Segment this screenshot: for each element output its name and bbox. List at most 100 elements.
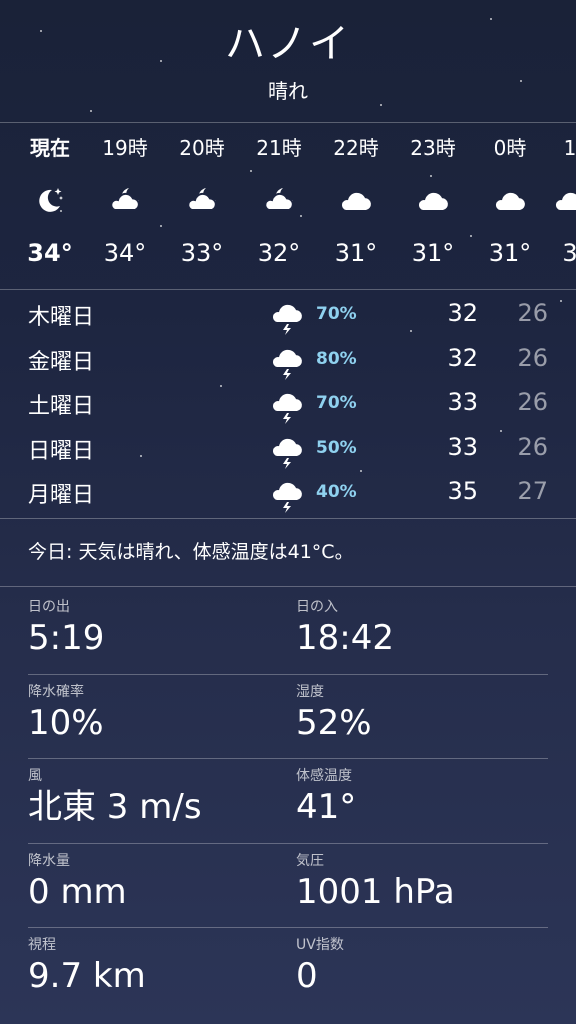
day-row: 日曜日 50% 33 26 [0, 428, 576, 473]
day-row: 月曜日 40% 35 27 [0, 472, 576, 517]
hour-time: 1 [563, 136, 576, 160]
thunderstorm-icon [270, 391, 306, 429]
detail-label: 日の出 [28, 599, 70, 615]
detail-value: 41° [296, 787, 357, 827]
detail-row: 視程 9.7 km UV指数 0 [28, 928, 548, 1012]
high-temp: 33 [447, 432, 478, 461]
precip-chance: 50% [316, 437, 357, 458]
detail-label: 気圧 [296, 852, 324, 869]
high-temp: 32 [447, 343, 478, 372]
thunderstorm-icon [270, 436, 306, 474]
hour-item: 19時 34° [85, 124, 165, 278]
detail-row: 風 北東 3 m/s 体感温度 41° [28, 759, 548, 844]
detail-label: 風 [28, 768, 42, 784]
thunderstorm-icon [270, 480, 306, 518]
detail-precip-chance: 降水確率 10% [28, 683, 104, 745]
low-temp: 26 [517, 299, 548, 327]
low-temp: 26 [517, 388, 548, 416]
location-header: ハノイ 晴れ [0, 14, 576, 106]
thunderstorm-icon [270, 302, 306, 340]
hour-temp: 3 [562, 239, 576, 267]
thunderstorm-icon [270, 347, 306, 385]
detail-sunrise: 日の出 5:19 [28, 598, 104, 660]
high-temp: 32 [447, 299, 478, 327]
detail-visibility: 視程 9.7 km [28, 936, 146, 998]
detail-value: 0 mm [28, 871, 127, 912]
detail-value: 0 [296, 956, 318, 996]
detail-label: 湿度 [296, 683, 324, 700]
detail-value: 1001 hPa [296, 871, 455, 912]
hour-item: 20時 33° [162, 124, 242, 278]
divider [0, 586, 576, 587]
low-temp: 26 [517, 432, 548, 461]
hour-item: 21時 32° [239, 124, 319, 278]
moon-stars-icon [10, 172, 90, 228]
detail-label: 体感温度 [296, 768, 352, 784]
hour-temp: 31° [411, 239, 455, 267]
detail-value: 18:42 [296, 618, 394, 658]
hour-item: 1 3 [530, 124, 576, 278]
hour-item: 22時 31° [316, 124, 396, 278]
hour-temp: 31° [334, 239, 378, 267]
hour-item: 23時 31° [393, 124, 473, 278]
day-name: 金曜日 [28, 349, 95, 375]
hour-temp: 32° [257, 239, 301, 267]
low-temp: 26 [517, 343, 548, 372]
detail-sunset: 日の入 18:42 [296, 598, 394, 660]
divider [0, 518, 576, 519]
detail-value: 10% [28, 702, 104, 743]
hour-time: 22時 [333, 136, 379, 160]
cloud-icon [530, 172, 576, 228]
partly-cloudy-night-icon [85, 172, 165, 228]
daily-forecast: 木曜日 70% 32 26 金曜日 80% 32 26 土曜日 70% 33 2… [0, 294, 576, 517]
hour-temp: 34° [103, 239, 147, 267]
hour-temp: 34° [27, 239, 73, 267]
detail-humidity: 湿度 52% [296, 683, 372, 745]
detail-row: 日の出 5:19 日の入 18:42 [28, 590, 548, 675]
cloud-icon [393, 172, 473, 228]
detail-pressure: 気圧 1001 hPa [296, 852, 455, 914]
hour-item: 現在 34° [10, 124, 90, 278]
day-row: 金曜日 80% 32 26 [0, 339, 576, 384]
current-condition: 晴れ [268, 79, 308, 103]
precip-chance: 40% [316, 482, 357, 502]
weather-details: 日の出 5:19 日の入 18:42 降水確率 10% 湿度 52% 風 北東 … [28, 590, 548, 1012]
detail-row: 降水量 0 mm 気圧 1001 hPa [28, 844, 548, 928]
day-name: 土曜日 [28, 394, 95, 419]
detail-value: 北東 3 m/s [28, 787, 202, 827]
detail-label: 日の入 [296, 599, 338, 615]
partly-cloudy-night-icon [162, 172, 242, 228]
hour-time: 20時 [179, 136, 225, 160]
detail-uv-index: UV指数 0 [296, 936, 344, 998]
hour-temp: 33° [180, 239, 224, 267]
low-temp: 27 [517, 477, 548, 505]
precip-chance: 70% [316, 304, 357, 324]
day-row: 土曜日 70% 33 26 [0, 383, 576, 428]
detail-value: 5:19 [28, 618, 105, 658]
day-name: 木曜日 [28, 305, 95, 330]
precip-chance: 70% [316, 393, 357, 413]
day-name: 月曜日 [28, 483, 95, 508]
high-temp: 33 [447, 388, 478, 416]
partly-cloudy-night-icon [239, 172, 319, 228]
detail-label: 降水確率 [28, 683, 84, 700]
cloud-icon [316, 172, 396, 228]
detail-row: 降水確率 10% 湿度 52% [28, 675, 548, 759]
hour-time: 19時 [102, 136, 148, 160]
hourly-forecast[interactable]: 現在 34° 19時 34° 20時 33° 21時 32° 22時 31° 2… [0, 124, 576, 288]
divider [0, 289, 576, 290]
city-name: ハノイ [225, 21, 351, 67]
detail-precipitation: 降水量 0 mm [28, 852, 127, 914]
detail-label: 視程 [28, 937, 56, 953]
detail-value: 9.7 km [28, 956, 146, 996]
today-summary: 今日: 天気は晴れ、体感温度は41°C。 [28, 541, 354, 563]
day-name: 日曜日 [28, 438, 95, 464]
divider [0, 122, 576, 123]
precip-chance: 80% [316, 348, 357, 369]
hour-time: 現在 [30, 136, 70, 160]
detail-feels-like: 体感温度 41° [296, 767, 356, 829]
detail-wind: 風 北東 3 m/s [28, 767, 202, 829]
detail-label: UV指数 [296, 937, 344, 953]
detail-value: 52% [296, 702, 372, 743]
high-temp: 35 [447, 477, 478, 505]
